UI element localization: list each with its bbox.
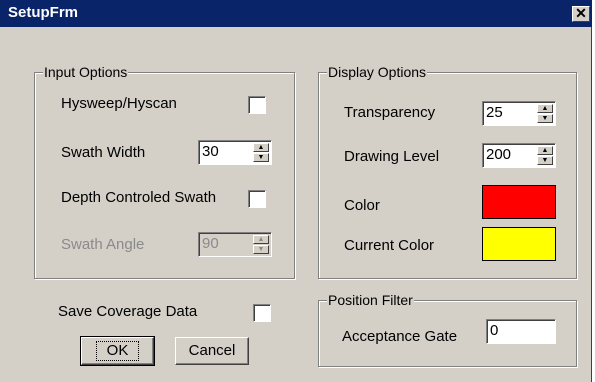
spin-up-icon[interactable]: ▲ [537, 104, 553, 113]
acceptance-gate-input[interactable]: 0 [486, 319, 556, 344]
save-coverage-label: Save Coverage Data [58, 303, 198, 320]
transparency-label: Transparency [344, 104, 436, 121]
input-options-legend: Input Options [43, 64, 129, 80]
save-coverage-checkbox[interactable] [253, 304, 271, 322]
color-swatch[interactable] [482, 185, 556, 219]
color-label: Color [344, 197, 380, 214]
drawing-level-value[interactable]: 200 [486, 146, 511, 163]
close-icon[interactable]: ✕ [572, 6, 590, 22]
swath-angle-label: Swath Angle [61, 236, 145, 253]
swath-width-spinner[interactable]: 30 ▲ ▼ [198, 140, 272, 165]
hysweep-checkbox[interactable] [248, 96, 266, 114]
spin-down-icon[interactable]: ▼ [253, 153, 269, 162]
spin-up-icon[interactable]: ▲ [537, 146, 553, 155]
current-color-label: Current Color [344, 237, 435, 254]
spin-down-icon[interactable]: ▼ [253, 245, 269, 254]
spin-up-icon[interactable]: ▲ [253, 143, 269, 152]
swath-width-label: Swath Width [61, 144, 146, 161]
setup-dialog: SetupFrm ✕ Input Options Hysweep/Hyscan … [0, 0, 592, 382]
swath-width-value[interactable]: 30 [202, 143, 219, 160]
transparency-value[interactable]: 25 [486, 104, 503, 121]
current-color-swatch [482, 227, 556, 261]
swath-angle-value[interactable]: 90 [202, 235, 219, 252]
depth-controlled-swath-checkbox[interactable] [248, 190, 266, 208]
cancel-button[interactable]: Cancel [175, 337, 249, 365]
title-bar[interactable]: SetupFrm ✕ [0, 0, 592, 27]
spin-down-icon[interactable]: ▼ [537, 114, 553, 123]
ok-button-label: OK [95, 341, 140, 361]
swath-angle-spinner[interactable]: 90 ▲ ▼ [198, 232, 272, 257]
acceptance-gate-label: Acceptance Gate [342, 328, 458, 345]
window-title: SetupFrm [8, 4, 79, 21]
drawing-level-spinner[interactable]: 200 ▲ ▼ [482, 143, 556, 168]
spin-up-icon[interactable]: ▲ [253, 235, 269, 244]
hysweep-label: Hysweep/Hyscan [61, 95, 177, 112]
depth-controlled-swath-label: Depth Controled Swath [61, 189, 217, 206]
ok-button[interactable]: OK [80, 336, 155, 366]
drawing-level-label: Drawing Level [344, 148, 440, 165]
spin-down-icon[interactable]: ▼ [537, 156, 553, 165]
transparency-spinner[interactable]: 25 ▲ ▼ [482, 101, 556, 126]
position-filter-legend: Position Filter [327, 292, 414, 308]
display-options-legend: Display Options [327, 64, 428, 80]
